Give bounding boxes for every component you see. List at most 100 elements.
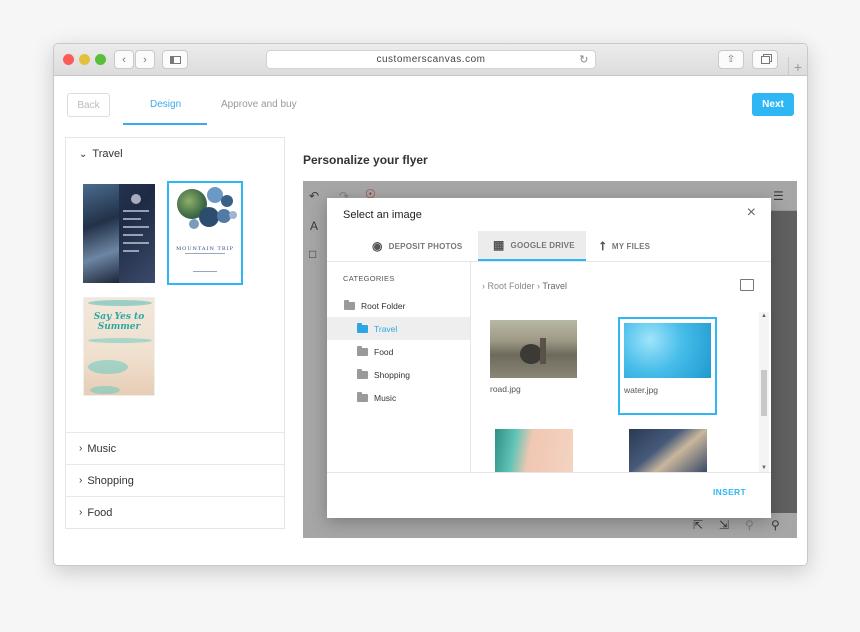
new-tab-button[interactable]: + <box>788 57 807 76</box>
browser-window: ‹ › customerscanvas.com ↻ ⇧ + Back Desig… <box>53 43 808 566</box>
file-name: road.jpg <box>490 384 521 394</box>
dialog-footer-divider <box>327 472 771 473</box>
tabs-divider <box>327 261 771 262</box>
tab-my-files[interactable]: ⭡ MY FILES <box>600 231 680 261</box>
template-categories-panel: ⌄ Travel MOUNTAIN TRIP Say Yes to Summer… <box>65 137 285 529</box>
template-thumbnail-dark-travel[interactable] <box>83 184 155 283</box>
chevron-left-icon: ‹ <box>122 53 126 66</box>
step-design-tab[interactable]: Design <box>150 99 181 110</box>
folder-label: Travel <box>374 323 398 334</box>
folder-music[interactable]: Music <box>327 386 470 409</box>
share-icon: ⇧ <box>726 54 736 65</box>
photo-circle <box>221 195 233 207</box>
folder-label: Music <box>374 392 397 403</box>
tab-deposit-photos[interactable]: ◉ DEPOSIT PHOTOS <box>372 231 472 261</box>
folder-shopping[interactable]: Shopping <box>327 363 470 386</box>
category-shopping-row[interactable]: › Shopping <box>66 464 284 496</box>
folder-travel[interactable]: Travel <box>327 317 470 340</box>
folder-icon <box>357 322 368 333</box>
scroll-up-icon[interactable]: ▲ <box>761 313 767 319</box>
url-text: customerscanvas.com <box>376 54 486 65</box>
folder-icon <box>344 299 355 310</box>
panel-divider <box>470 262 471 472</box>
category-music-row[interactable]: › Music <box>66 432 284 464</box>
close-window-button[interactable] <box>63 54 74 65</box>
expand-icon[interactable] <box>740 279 754 291</box>
file-thumbnail <box>624 323 711 378</box>
plus-icon: + <box>793 58 803 75</box>
photo-detail <box>540 338 546 364</box>
template-title: MOUNTAIN TRIP <box>176 246 234 252</box>
tabs-button[interactable] <box>752 50 778 69</box>
back-button[interactable]: Back <box>67 93 110 117</box>
category-travel-label: Travel <box>92 148 123 160</box>
folder-icon <box>357 391 368 402</box>
template-thumbnail-mountain-trip[interactable]: MOUNTAIN TRIP <box>167 181 243 285</box>
tab-label: DEPOSIT PHOTOS <box>388 241 463 251</box>
dialog-title: Select an image <box>343 209 422 221</box>
folder-root[interactable]: Root Folder <box>327 294 470 317</box>
category-music-label: Music <box>87 442 117 455</box>
browser-sidebar-button[interactable] <box>162 50 188 69</box>
breadcrumb: › Root Folder › Travel <box>482 281 567 291</box>
file-thumbnail <box>495 429 573 472</box>
address-bar[interactable]: customerscanvas.com ↻ <box>266 50 596 69</box>
file-name: water.jpg <box>624 385 659 395</box>
insert-button[interactable]: INSERT <box>713 487 746 497</box>
maximize-window-button[interactable] <box>95 54 106 65</box>
browser-forward-button[interactable]: › <box>135 50 155 69</box>
wave-decoration <box>90 386 120 394</box>
file-beach[interactable] <box>495 429 573 472</box>
wave-decoration <box>88 300 152 306</box>
file-thumbnail <box>490 320 577 378</box>
minimize-window-button[interactable] <box>79 54 90 65</box>
reload-icon[interactable]: ↻ <box>579 53 589 66</box>
chevron-right-icon: › <box>143 53 147 66</box>
editor-title: Personalize your flyer <box>303 153 428 167</box>
file-water[interactable]: water.jpg <box>618 317 717 415</box>
breadcrumb-current: Travel <box>542 281 568 291</box>
select-image-dialog: Select an image × ◉ DEPOSIT PHOTOS ▦ GOO… <box>327 198 771 518</box>
template-thumbnail-say-yes-summer[interactable]: Say Yes to Summer <box>83 297 155 396</box>
chevron-right-icon: › <box>79 475 83 486</box>
chevron-down-icon: ⌄ <box>79 148 88 160</box>
category-travel-header[interactable]: ⌄ Travel <box>66 146 284 162</box>
breadcrumb-root[interactable]: Root Folder <box>488 281 535 291</box>
wave-decoration <box>88 360 128 374</box>
tabs-icon <box>760 55 770 64</box>
folder-label: Food <box>374 346 394 357</box>
folder-label: Root Folder <box>361 300 406 311</box>
tab-label: GOOGLE DRIVE <box>510 240 575 250</box>
share-button[interactable]: ⇧ <box>718 50 744 69</box>
upload-icon: ⭡ <box>600 238 606 253</box>
photo-detail <box>520 344 542 364</box>
file-thumbnail <box>629 429 707 472</box>
next-button[interactable]: Next <box>752 93 794 116</box>
file-travel-flatlay[interactable] <box>629 429 707 472</box>
category-food-label: Food <box>87 506 113 519</box>
browser-back-button[interactable]: ‹ <box>114 50 134 69</box>
scroll-down-icon[interactable]: ▼ <box>761 465 767 471</box>
scrollbar-thumb[interactable] <box>761 370 767 416</box>
folder-food[interactable]: Food <box>327 340 470 363</box>
tab-google-drive[interactable]: ▦ GOOGLE DRIVE <box>478 231 586 261</box>
template-photo <box>83 184 119 283</box>
template-footer-line <box>193 271 217 272</box>
chevron-right-icon: › <box>79 507 83 518</box>
category-food-row[interactable]: › Food <box>66 496 284 528</box>
file-grid-scrollbar[interactable]: ▲ ▼ <box>759 312 769 472</box>
file-road[interactable]: road.jpg <box>490 320 580 404</box>
sidebar-icon <box>169 55 181 64</box>
camera-icon: ◉ <box>372 239 383 253</box>
folder-label: Shopping <box>374 369 410 380</box>
photo-circle <box>199 207 219 227</box>
folder-icon <box>357 368 368 379</box>
photo-circle <box>229 211 237 219</box>
chevron-right-icon: › <box>79 443 83 454</box>
template-text-lines <box>123 194 149 258</box>
close-icon[interactable]: × <box>747 204 756 222</box>
step-approve-tab[interactable]: Approve and buy <box>221 99 297 110</box>
wave-decoration <box>88 338 152 343</box>
category-shopping-label: Shopping <box>87 474 134 487</box>
browser-titlebar: ‹ › customerscanvas.com ↻ ⇧ + <box>54 44 807 76</box>
